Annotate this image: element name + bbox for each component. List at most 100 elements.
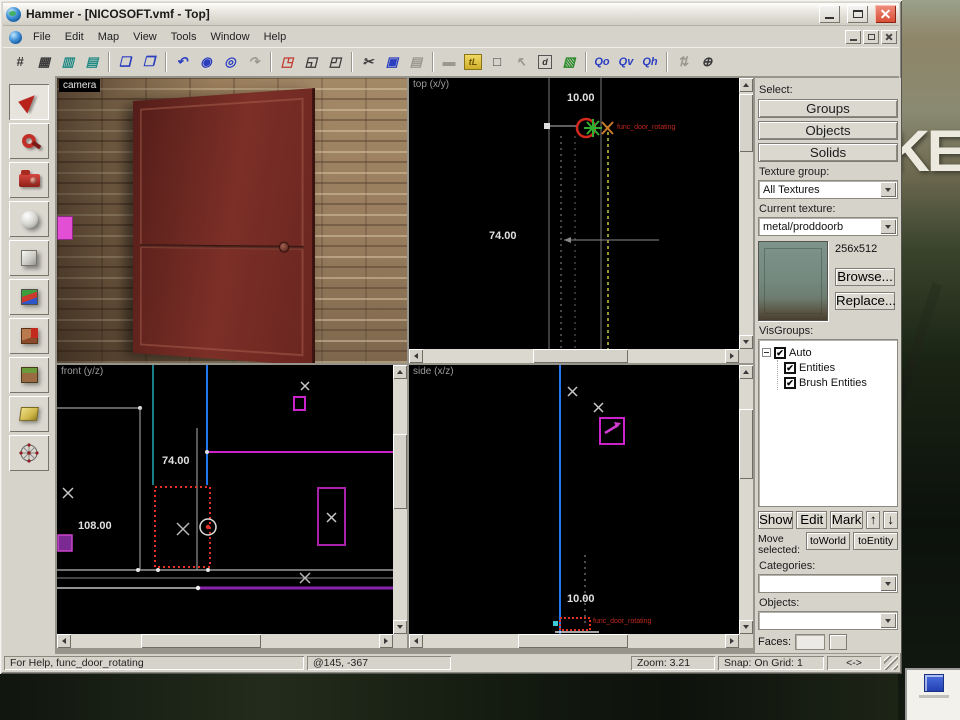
menu-window[interactable]: Window bbox=[203, 29, 256, 45]
to-world-button[interactable]: toWorld bbox=[805, 532, 851, 550]
scroll-left-button[interactable] bbox=[409, 349, 423, 363]
visgroup-world-button[interactable]: Qo bbox=[591, 51, 613, 73]
scroll-thumb[interactable] bbox=[141, 634, 261, 648]
minimize-button[interactable] bbox=[819, 5, 840, 23]
to-entity-button[interactable]: toEntity bbox=[853, 532, 898, 550]
menu-help[interactable]: Help bbox=[257, 29, 294, 45]
visgroup-item-auto[interactable]: ✔ Auto bbox=[762, 345, 894, 360]
categories-dropdown[interactable] bbox=[758, 574, 898, 593]
ignore-groups-button[interactable]: ◳ bbox=[276, 51, 298, 73]
cordon-button[interactable]: ▬ bbox=[438, 51, 460, 73]
scroll-right-button[interactable] bbox=[725, 349, 739, 363]
side-viewport-vscrollbar[interactable] bbox=[739, 365, 753, 634]
toggle-helpers-button[interactable]: ◎ bbox=[219, 51, 241, 73]
scroll-up-button[interactable] bbox=[739, 78, 753, 92]
mdi-minimize-button[interactable] bbox=[845, 30, 861, 44]
block-tool-button[interactable] bbox=[9, 240, 49, 276]
scroll-thumb[interactable] bbox=[393, 434, 407, 509]
clipping-tool-button[interactable] bbox=[9, 396, 49, 432]
current-texture-dropdown[interactable]: metal/proddoorb bbox=[758, 217, 898, 236]
scroll-left-button[interactable] bbox=[57, 634, 71, 648]
menu-map[interactable]: Map bbox=[91, 29, 126, 45]
menu-view[interactable]: View bbox=[126, 29, 164, 45]
visgroup-checkbox[interactable]: ✔ bbox=[784, 361, 796, 374]
cut-button[interactable]: ✂ bbox=[357, 51, 379, 73]
texture-group-dropdown[interactable]: All Textures bbox=[758, 180, 898, 199]
scroll-left-button[interactable] bbox=[409, 634, 423, 648]
redo-button[interactable]: ↷ bbox=[243, 51, 265, 73]
menu-tools[interactable]: Tools bbox=[164, 29, 204, 45]
texture-lock-button[interactable]: tL bbox=[462, 51, 484, 73]
collapse-icon[interactable] bbox=[762, 348, 771, 357]
visgroups-tree[interactable]: ✔ Auto ✔ Entities ✔ Brush Entities bbox=[758, 339, 898, 507]
browse-button[interactable]: Browse... bbox=[835, 268, 895, 286]
background-window-fragment[interactable] bbox=[905, 668, 960, 720]
camera-tool-button[interactable] bbox=[9, 162, 49, 198]
select-box-button[interactable]: □ bbox=[486, 51, 508, 73]
entity-tool-button[interactable] bbox=[9, 201, 49, 237]
visgroup-view-button[interactable]: Qv bbox=[615, 51, 637, 73]
visgroup-item-entities[interactable]: ✔ Entities bbox=[784, 360, 894, 375]
select-groups-button[interactable]: Groups bbox=[758, 99, 898, 118]
copy-button[interactable]: ▣ bbox=[381, 51, 403, 73]
ungroup-button[interactable]: ◰ bbox=[324, 51, 346, 73]
maximize-button[interactable] bbox=[847, 5, 868, 23]
scroll-thumb[interactable] bbox=[739, 94, 753, 152]
magnify-tool-button[interactable] bbox=[9, 123, 49, 159]
visgroup-item-brush-entities[interactable]: ✔ Brush Entities bbox=[784, 375, 894, 390]
run-map-button[interactable]: ⊕ bbox=[696, 51, 718, 73]
apply-current-texture-tool-button[interactable] bbox=[9, 318, 49, 354]
title-bar[interactable]: Hammer - [NICOSOFT.vmf - Top] bbox=[3, 3, 899, 26]
mdi-restore-button[interactable] bbox=[863, 30, 879, 44]
side-viewport-hscrollbar[interactable] bbox=[409, 634, 739, 648]
faces-input[interactable] bbox=[795, 634, 826, 650]
undo-button[interactable]: ↶ bbox=[171, 51, 193, 73]
dropdown-button[interactable] bbox=[880, 182, 896, 197]
select-objects-button[interactable]: Objects bbox=[758, 121, 898, 140]
visgroup-checkbox[interactable]: ✔ bbox=[784, 376, 796, 389]
menu-file[interactable]: File bbox=[26, 29, 58, 45]
smaller-grid-button[interactable]: ▥ bbox=[57, 51, 79, 73]
scroll-down-button[interactable] bbox=[393, 620, 407, 634]
close-button[interactable] bbox=[875, 5, 896, 23]
front-viewport-vscrollbar[interactable] bbox=[393, 365, 407, 634]
group-button[interactable]: ◱ bbox=[300, 51, 322, 73]
vertex-tool-button[interactable] bbox=[9, 435, 49, 471]
flip-button[interactable]: ⇅ bbox=[672, 51, 694, 73]
mdi-close-button[interactable] bbox=[881, 30, 897, 44]
scroll-right-button[interactable] bbox=[725, 634, 739, 648]
larger-grid-button[interactable]: ▤ bbox=[81, 51, 103, 73]
scroll-up-button[interactable] bbox=[739, 365, 753, 379]
scroll-down-button[interactable] bbox=[739, 620, 753, 634]
front-viewport[interactable]: front (y/z) 74.00 108.00 bbox=[57, 365, 407, 648]
top-viewport-hscrollbar[interactable] bbox=[409, 349, 739, 363]
faces-button[interactable] bbox=[829, 634, 848, 650]
overlay-tool-button[interactable] bbox=[9, 357, 49, 393]
load-window-state-button[interactable]: ❏ bbox=[114, 51, 136, 73]
scroll-up-button[interactable] bbox=[393, 365, 407, 379]
selection-tool-button[interactable] bbox=[9, 84, 49, 120]
pointer-button[interactable]: ↖ bbox=[510, 51, 532, 73]
scroll-thumb[interactable] bbox=[533, 349, 628, 363]
toggle-grid-button[interactable]: # bbox=[9, 51, 31, 73]
side-viewport[interactable]: side (x/z) 10.00 func_door_rotating bbox=[409, 365, 753, 648]
dropdown-button[interactable] bbox=[880, 576, 896, 591]
menu-edit[interactable]: Edit bbox=[58, 29, 91, 45]
scroll-thumb[interactable] bbox=[518, 634, 628, 648]
visgroup-hide-button[interactable]: Qh bbox=[639, 51, 661, 73]
select-solids-button[interactable]: Solids bbox=[758, 143, 898, 162]
resize-grip[interactable] bbox=[884, 656, 898, 670]
top-viewport-vscrollbar[interactable] bbox=[739, 78, 753, 349]
toggle-models-button[interactable]: ◉ bbox=[195, 51, 217, 73]
paste-button[interactable]: ▤ bbox=[405, 51, 427, 73]
front-viewport-hscrollbar[interactable] bbox=[57, 634, 393, 648]
scroll-down-button[interactable] bbox=[739, 335, 753, 349]
move-up-button[interactable]: ↑ bbox=[865, 511, 881, 529]
save-window-state-button[interactable]: ❐ bbox=[138, 51, 160, 73]
mark-button[interactable]: Mark bbox=[830, 511, 863, 529]
toggle-3d-grid-button[interactable]: ▦ bbox=[33, 51, 55, 73]
scroll-right-button[interactable] bbox=[379, 634, 393, 648]
top-viewport[interactable]: top (x/y) 10.00 74.00 func_door_rotating bbox=[409, 78, 753, 363]
texture-application-button[interactable]: ▧ bbox=[558, 51, 580, 73]
scroll-thumb[interactable] bbox=[739, 409, 753, 479]
